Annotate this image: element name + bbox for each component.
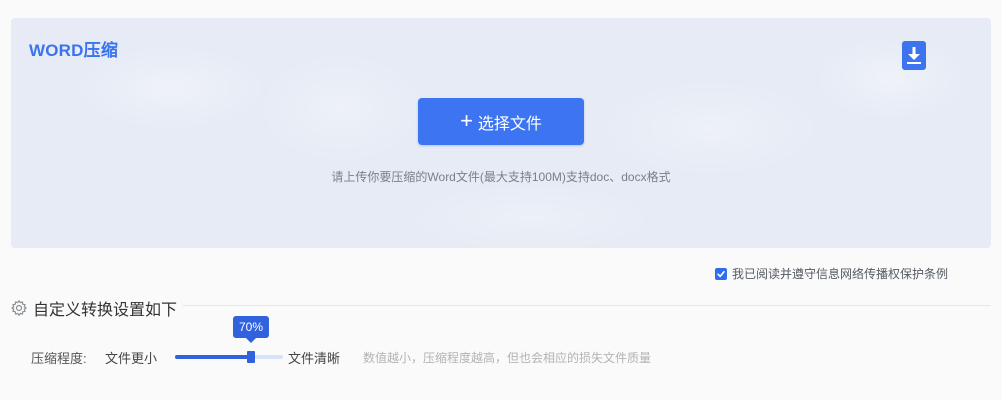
compression-slider[interactable]: 70% [175, 316, 283, 367]
settings-header: 自定义转换设置如下 [10, 296, 177, 320]
gear-icon [10, 299, 28, 317]
download-icon [907, 47, 921, 64]
compression-max-label: 文件清晰 [288, 350, 341, 366]
section-divider [183, 305, 991, 306]
select-file-button[interactable]: + 选择文件 [418, 98, 584, 145]
upload-hint: 请上传你要压缩的Word文件(最大支持100M)支持doc、docx格式 [331, 170, 671, 184]
slider-fill [175, 355, 251, 359]
slider-value-tooltip: 70% [232, 316, 270, 338]
check-icon [717, 270, 725, 277]
compression-note: 数值越小，压缩程度越高，但也会相应的损失文件质量 [363, 350, 652, 365]
compression-label: 压缩程度: [31, 350, 87, 366]
agreement-checkbox[interactable] [715, 267, 727, 280]
settings-title: 自定义转换设置如下 [33, 302, 178, 319]
download-button[interactable] [902, 41, 926, 70]
agreement-row: 我已阅读并遵守信息网络传播权保护条例 [715, 265, 948, 282]
slider-thumb[interactable] [247, 351, 255, 363]
plus-icon: + [460, 107, 473, 133]
upload-panel: WORD压缩 + 选择文件 请上传你要压缩的Word文件(最大支持100M)支持… [11, 18, 991, 248]
compression-min-label: 文件更小 [105, 350, 158, 366]
select-file-label: 选择文件 [477, 115, 542, 133]
page-title: WORD压缩 [29, 41, 119, 60]
compression-row: 压缩程度: 文件更小 70% 文件清晰 数值越小，压缩程度越高，但也会相应的损失… [31, 316, 652, 367]
agreement-text[interactable]: 我已阅读并遵守信息网络传播权保护条例 [732, 265, 948, 282]
